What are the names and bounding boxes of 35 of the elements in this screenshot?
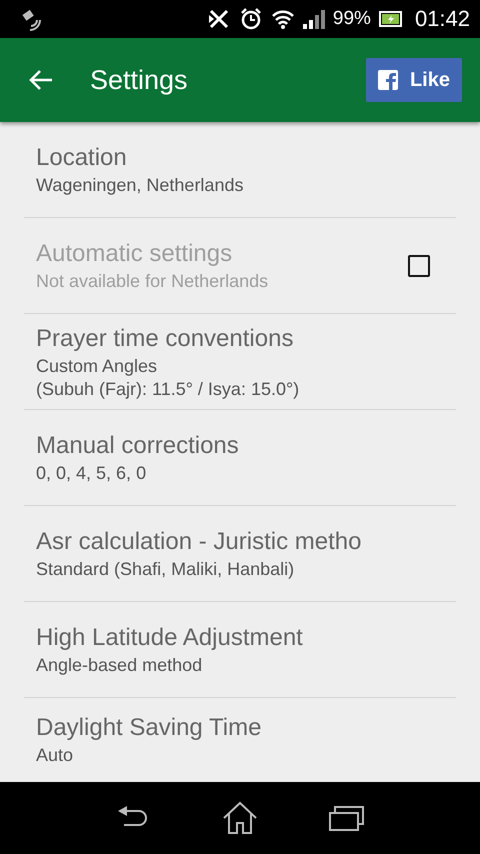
setting-title: Asr calculation - Juristic metho — [36, 527, 362, 557]
setting-title: Prayer time conventions — [36, 324, 294, 354]
setting-title: Manual corrections — [36, 431, 240, 461]
alarm-icon — [238, 7, 263, 31]
settings-item[interactable]: High Latitude Adjustment Angle-based method — [24, 602, 456, 698]
settings-item[interactable]: Asr calculation - Juristic metho Standard (Shafi, Maliki, Hanbali) — [24, 506, 456, 602]
like-button[interactable]: Like — [366, 58, 462, 102]
setting-summary: Standard (Shafi, Maliki, Hanbali) — [36, 558, 296, 581]
settings-item[interactable]: Daylight Saving Time Auto — [24, 698, 456, 782]
setting-summary: Auto — [36, 744, 74, 767]
nfc-off-icon — [206, 8, 231, 30]
wifi-icon — [270, 8, 295, 30]
setting-title: Daylight Saving Time — [36, 713, 262, 743]
signal-icon — [302, 9, 325, 29]
setting-summary: Custom Angles — [36, 354, 158, 378]
setting-summary: 0, 0, 4, 5, 6, 0 — [36, 462, 148, 485]
setting-summary: Angle-based method — [36, 654, 204, 677]
settings-item[interactable]: Location Wageningen, Netherlands — [24, 122, 456, 218]
screen-title: Settings — [90, 64, 189, 96]
clock: 01:42 — [414, 6, 470, 32]
home-icon[interactable] — [222, 801, 258, 835]
setting-summary: (Subuh (Fajr): 11.5° / Isya: 15.0°) — [36, 378, 300, 400]
setting-title: Automatic settings — [36, 239, 234, 269]
battery-percent: 99% — [332, 8, 371, 30]
back-arrow-icon — [28, 69, 54, 91]
settings-item[interactable]: Manual corrections 0, 0, 4, 5, 6, 0 — [24, 410, 456, 506]
setting-title: High Latitude Adjustment — [36, 623, 304, 653]
f-logo-icon — [378, 70, 398, 90]
setting-summary: Wageningen, Netherlands — [36, 174, 244, 197]
setting-title: Location — [36, 143, 128, 173]
back-button[interactable] — [28, 69, 54, 91]
settings-item[interactable]: Prayer time conventions Custom Angles (Subuh (Fajr): 11.5° / Isya: 15.0°) — [24, 314, 456, 410]
battery-icon — [378, 11, 403, 27]
recent-apps-icon[interactable] — [328, 805, 365, 831]
setting-summary: Not available for Netherlands — [36, 270, 270, 293]
